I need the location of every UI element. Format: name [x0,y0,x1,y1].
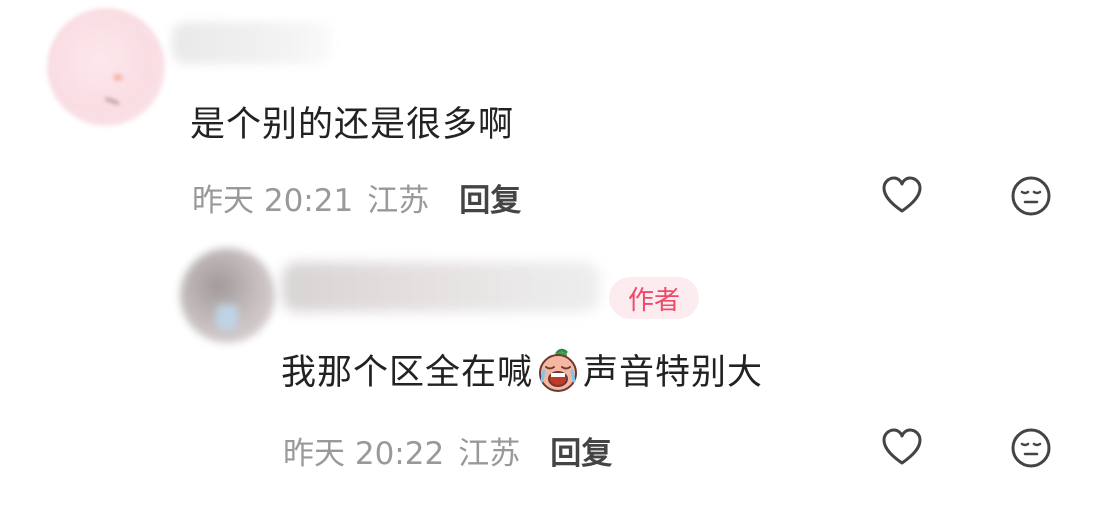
reply-text: 我那个区全在喊 声音特别大 [281,344,763,395]
author-badge: 作者 [609,277,699,319]
comment-time: 昨天 20:21 [192,183,354,219]
crying-shouting-emoji-icon [535,347,581,393]
neutral-face-icon[interactable] [1008,173,1054,219]
reply-location: 江苏 [458,436,521,472]
reply-text-part: 声音特别大 [583,353,764,393]
reply-button[interactable]: 回复 [550,428,612,473]
blurred-username[interactable] [282,262,600,312]
comment-location: 江苏 [367,183,430,219]
avatar-cheek [113,74,123,81]
commenter-avatar[interactable] [47,8,165,126]
reply-button[interactable]: 回复 [459,175,521,220]
heart-outline-icon[interactable] [879,425,925,471]
avatar-detail [216,304,238,330]
reply-meta: 昨天 20:22 江苏 回复 [283,428,612,473]
blurred-username[interactable] [172,22,332,64]
reply-time: 昨天 20:22 [283,436,445,472]
reply-text-part: 我那个区全在喊 [281,353,534,393]
author-avatar[interactable] [180,248,275,343]
comment-meta: 昨天 20:21 江苏 回复 [192,175,521,220]
heart-outline-icon[interactable] [879,173,925,219]
comment-text: 是个别的还是很多啊 [190,105,515,145]
comment-thread: 是个别的还是很多啊 昨天 20:21 江苏 回复 作者 我那个区全在喊 声音特别… [0,0,1120,506]
avatar-mouth [105,97,119,105]
neutral-face-icon[interactable] [1008,425,1054,471]
